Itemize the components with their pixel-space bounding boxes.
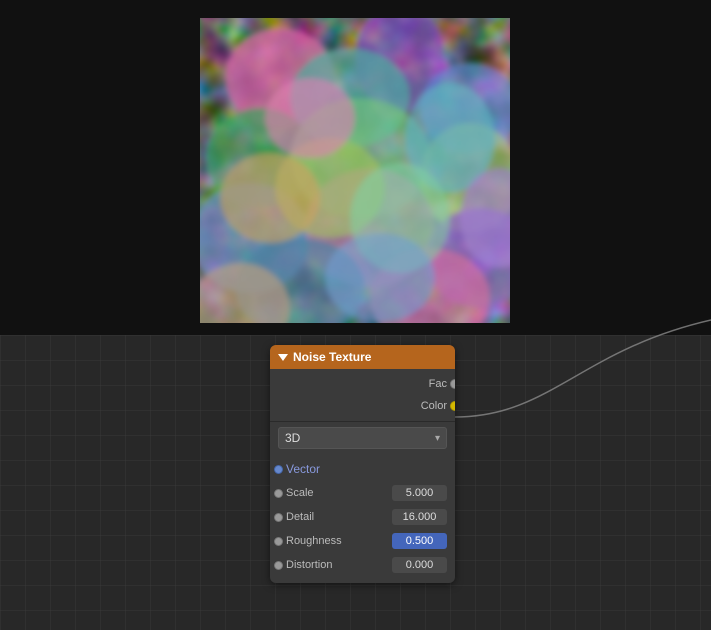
input-vector-label: Vector <box>286 462 447 476</box>
socket-roughness[interactable] <box>274 537 283 546</box>
output-fac-label: Fac <box>429 378 447 390</box>
input-distortion-row: Distortion 0.000 <box>270 553 455 577</box>
socket-scale[interactable] <box>274 489 283 498</box>
input-roughness-row: Roughness 0.500 <box>270 529 455 553</box>
socket-fac[interactable] <box>450 379 455 389</box>
node-inputs: Vector Scale 5.000 Detail 16.000 Roughne… <box>270 454 455 583</box>
node-panel: Noise Texture Fac Color 3D ▾ <box>270 345 455 583</box>
socket-detail[interactable] <box>274 513 283 522</box>
input-vector-row: Vector <box>270 457 455 481</box>
socket-color[interactable] <box>450 401 455 411</box>
input-roughness-label: Roughness <box>286 535 392 547</box>
dropdown-row: 3D ▾ <box>270 422 455 454</box>
output-color-row: Color <box>270 395 455 417</box>
input-detail-label: Detail <box>286 511 392 523</box>
output-color-label: Color <box>421 400 447 412</box>
socket-vector[interactable] <box>274 465 283 474</box>
input-detail-field[interactable]: 16.000 <box>392 509 447 525</box>
input-scale-label: Scale <box>286 487 392 499</box>
main-area: Noise Texture Fac Color 3D ▾ <box>0 0 711 630</box>
input-roughness-field[interactable]: 0.500 <box>392 533 447 549</box>
node-outputs: Fac Color <box>270 369 455 422</box>
output-fac-row: Fac <box>270 373 455 395</box>
input-detail-row: Detail 16.000 <box>270 505 455 529</box>
input-scale-row: Scale 5.000 <box>270 481 455 505</box>
node-title: Noise Texture <box>293 350 371 364</box>
socket-distortion[interactable] <box>274 561 283 570</box>
dimension-dropdown[interactable]: 3D ▾ <box>278 427 447 449</box>
node-header: Noise Texture <box>270 345 455 369</box>
input-scale-field[interactable]: 5.000 <box>392 485 447 501</box>
input-distortion-field[interactable]: 0.000 <box>392 557 447 573</box>
input-distortion-label: Distortion <box>286 559 392 571</box>
texture-preview <box>200 18 510 323</box>
collapse-triangle-icon[interactable] <box>278 354 288 361</box>
chevron-down-icon: ▾ <box>435 433 440 444</box>
dropdown-value: 3D <box>285 431 300 445</box>
